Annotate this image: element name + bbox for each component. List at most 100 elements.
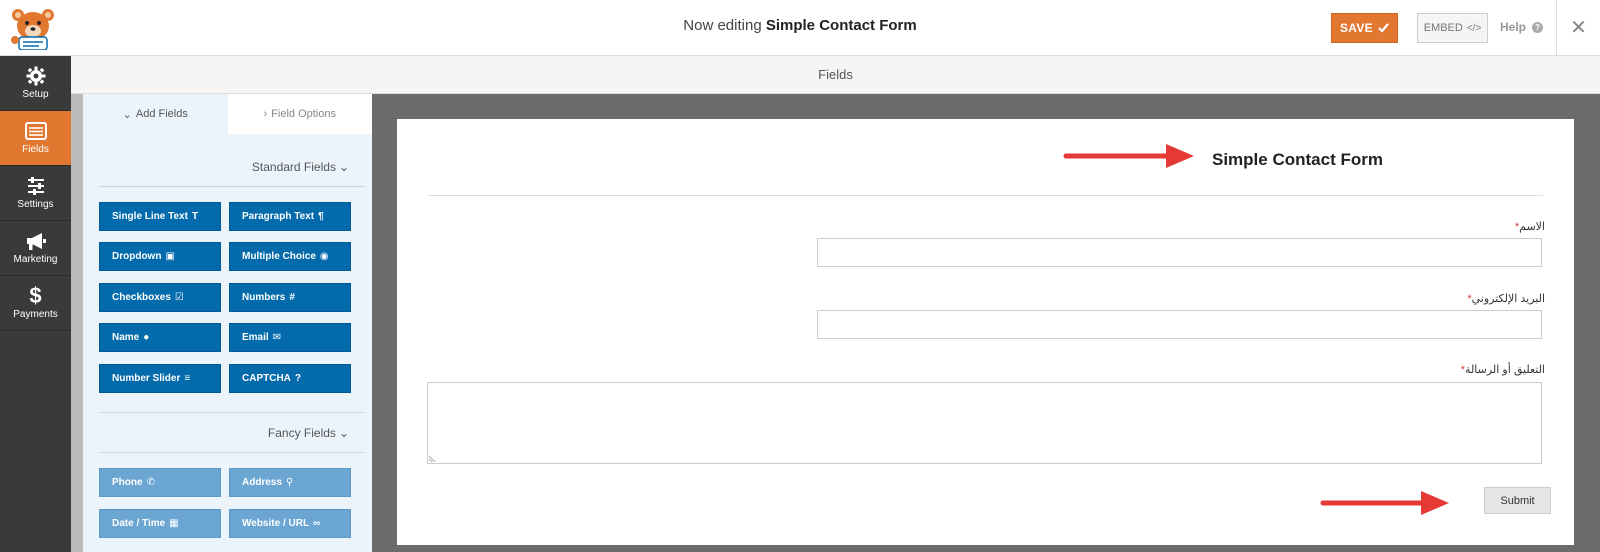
close-icon: ✕: [1570, 17, 1587, 39]
field-button-label: Paragraph Text: [242, 211, 315, 222]
title-prefix: Now editing: [683, 17, 762, 34]
standard-fields-toggle[interactable]: Standard Fields ⌄: [252, 160, 349, 174]
field-button-checkboxes[interactable]: Checkboxes ☑: [99, 283, 221, 312]
field-button-label: Numbers: [242, 292, 286, 303]
calendar-icon: ▦: [169, 518, 179, 529]
tab-label: Add Fields: [135, 108, 188, 120]
field-button-dropdown[interactable]: Dropdown ▣: [99, 242, 221, 271]
field-button-website-url[interactable]: Website / URL ∞: [229, 509, 351, 538]
field-button-label: Address: [242, 477, 283, 488]
fancy-fields-toggle[interactable]: Fancy Fields ⌄: [268, 426, 349, 440]
megaphone-icon: [26, 233, 46, 250]
title-form-name: Simple Contact Form: [765, 17, 917, 34]
checkmark-icon: [1378, 23, 1389, 33]
field-button-label: Dropdown: [112, 251, 162, 262]
gear-icon: [26, 66, 45, 86]
phone-icon: ✆: [146, 477, 155, 488]
link-icon: ∞: [313, 518, 321, 529]
sidebar-item-fields[interactable]: Fields: [0, 111, 71, 166]
field-label-text: البريد الإلكتروني: [1471, 293, 1545, 305]
tab-label: Field Options: [271, 108, 336, 120]
form-field-label[interactable]: التعليق أو الرسالة*: [1405, 363, 1545, 376]
fields-header: Fields: [71, 56, 1600, 94]
field-button-multiple-choice[interactable]: Multiple Choice ◉: [229, 242, 351, 271]
field-button-label: Date / Time: [112, 518, 166, 529]
field-button-label: Checkboxes: [112, 292, 171, 303]
field-button-label: Website / URL: [242, 518, 310, 529]
text-cursor-icon: T: [191, 211, 199, 222]
tab-add-fields[interactable]: ⌄ Add Fields: [83, 94, 228, 134]
help-link[interactable]: Help ?: [1500, 20, 1544, 34]
field-button-captcha[interactable]: CAPTCHA ?: [229, 364, 351, 393]
chevron-down-icon: ⌄: [122, 108, 132, 121]
chevron-down-icon: ⌄: [338, 426, 349, 440]
envelope-icon: ✉: [272, 332, 282, 343]
email-field[interactable]: [817, 310, 1542, 339]
form-field-label[interactable]: البريد الإلكتروني*: [1405, 292, 1545, 305]
field-button-email[interactable]: Email ✉: [229, 323, 351, 352]
annotation-arrow-icon: [1320, 491, 1449, 515]
sidebar-item-label: Setup: [22, 89, 49, 100]
form-field-label[interactable]: الاسم*: [1405, 220, 1545, 233]
submit-button[interactable]: Submit: [1484, 487, 1551, 514]
code-icon: </>: [1466, 22, 1482, 34]
close-button[interactable]: ✕: [1556, 0, 1600, 56]
user-icon: ●: [143, 332, 150, 343]
field-button-date-time[interactable]: Date / Time ▦: [99, 509, 221, 538]
sidebar-item-label: Fields: [22, 144, 49, 155]
field-button-address[interactable]: Address ⚲: [229, 468, 351, 497]
chevron-right-icon: ›: [263, 108, 268, 120]
hash-icon: #: [289, 292, 295, 303]
question-circle-icon: ?: [294, 373, 301, 384]
message-textarea[interactable]: [427, 382, 1542, 464]
sliders-icon: ≡: [184, 373, 191, 384]
dollar-icon: $: [29, 283, 42, 308]
list-icon: [24, 122, 47, 140]
field-button-label: Number Slider: [112, 373, 181, 384]
tab-field-options[interactable]: › Field Options: [227, 94, 372, 134]
sidebar-item-settings[interactable]: Settings: [0, 166, 71, 221]
field-button-paragraph-text[interactable]: Paragraph Text ¶: [229, 202, 351, 231]
top-bar: Now editing Simple Contact Form SAVE EMB…: [0, 0, 1600, 56]
sidebar-item-label: Settings: [17, 199, 54, 210]
save-label: SAVE: [1340, 21, 1373, 35]
checkbox-icon: ☑: [174, 292, 184, 303]
resize-handle-icon[interactable]: [429, 453, 438, 462]
sidebar-item-setup[interactable]: Setup: [0, 56, 71, 111]
panel-tabs: ⌄ Add Fields › Field Options: [83, 94, 372, 134]
sidebar-item-payments[interactable]: $ Payments: [0, 276, 71, 331]
embed-label: EMBED: [1423, 22, 1463, 34]
field-button-phone[interactable]: Phone ✆: [99, 468, 221, 497]
help-label: Help: [1500, 20, 1527, 34]
name-field[interactable]: [817, 238, 1542, 267]
pilcrow-icon: ¶: [318, 211, 324, 222]
save-button[interactable]: SAVE: [1331, 13, 1398, 43]
form-title[interactable]: Simple Contact Form: [1212, 150, 1383, 170]
field-panel: ⌄ Add Fields › Field Options Standard Fi…: [71, 94, 372, 552]
question-circle-icon: ?: [1532, 21, 1544, 33]
field-button-name[interactable]: Name ●: [99, 323, 221, 352]
field-button-label: Multiple Choice: [242, 251, 316, 262]
section-divider: [99, 412, 365, 413]
field-button-number-slider[interactable]: Number Slider ≡: [99, 364, 221, 393]
sidebar-item-label: Payments: [13, 309, 58, 320]
section-divider: [99, 452, 365, 453]
annotation-arrow-icon: [1063, 144, 1194, 168]
sliders-icon: [27, 177, 44, 195]
field-button-label: CAPTCHA: [242, 373, 291, 384]
field-button-label: Single Line Text: [112, 211, 188, 222]
field-button-label: Phone: [112, 477, 143, 488]
field-label-text: الاسم: [1519, 221, 1545, 233]
radio-icon: ◉: [319, 251, 329, 262]
chevron-down-icon: ⌄: [338, 160, 349, 174]
field-button-label: Email: [242, 332, 269, 343]
form-title-divider: [428, 195, 1543, 196]
section-divider: [99, 186, 365, 187]
field-button-numbers[interactable]: Numbers #: [229, 283, 351, 312]
sidebar-item-marketing[interactable]: Marketing: [0, 221, 71, 276]
dropdown-icon: ▣: [165, 251, 175, 262]
field-button-single-line-text[interactable]: Single Line Text T: [99, 202, 221, 231]
builder-sidebar: Setup Fields Settings Marketing $ Paymen…: [0, 56, 71, 552]
embed-button[interactable]: EMBED </>: [1417, 13, 1488, 43]
section-title: Fancy Fields: [267, 426, 336, 440]
